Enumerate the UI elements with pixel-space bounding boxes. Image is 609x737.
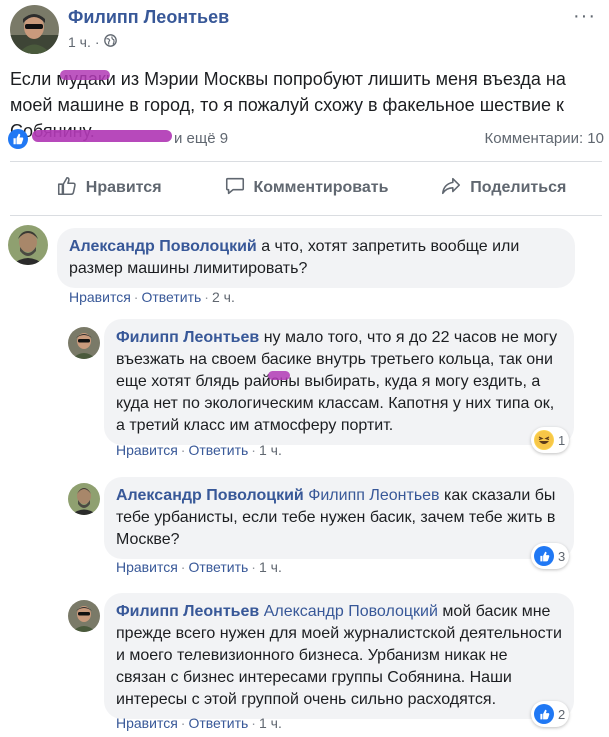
ellipsis-icon[interactable]: ··· <box>573 6 596 26</box>
dot-separator: · <box>251 559 256 575</box>
reply: Филипп Леонтьев Александр Поволоцкий мой… <box>0 593 609 737</box>
comment-actions: Нравится · Ответить · 1 ч. <box>116 442 282 458</box>
reactors-summary[interactable]: и ещё 9 <box>174 130 228 147</box>
like-button[interactable]: Нравится <box>10 166 207 210</box>
reaction-pill[interactable]: 2 <box>531 701 570 727</box>
reply: Александр Поволоцкий Филипп Леонтьев как… <box>0 477 609 577</box>
reaction-count: 1 <box>558 432 566 448</box>
share-arrow-icon <box>440 175 462 202</box>
comment-author[interactable]: Филипп Леонтьев <box>116 329 259 346</box>
comment-bubble: Александр Поволоцкий а что, хотят запрет… <box>57 228 575 288</box>
post-header: Филипп Леонтьев 1 ч. · ··· <box>10 5 600 57</box>
comment-actions: Нравится · Ответить · 2 ч. <box>69 289 235 305</box>
dot-separator: · <box>204 289 209 305</box>
post-meta: 1 ч. · <box>68 34 117 50</box>
speech-bubble-icon <box>224 175 246 202</box>
commenter-avatar[interactable] <box>8 225 48 265</box>
dot-separator: · <box>251 442 256 458</box>
post-time[interactable]: 1 ч. <box>68 34 91 50</box>
comment-time[interactable]: 1 ч. <box>259 559 282 575</box>
comment: Александр Поволоцкий а что, хотят запрет… <box>0 225 609 310</box>
divider <box>10 161 602 162</box>
like-button-label: Нравится <box>85 179 162 196</box>
comment-actions: Нравится · Ответить · 1 ч. <box>116 715 282 731</box>
comments-count[interactable]: Комментарии: 10 <box>485 130 605 147</box>
dot-separator: · <box>180 442 186 458</box>
thumbs-up-icon <box>56 175 78 202</box>
mention-tag[interactable]: Филипп Леонтьев <box>308 487 439 504</box>
comment-button-label: Комментировать <box>253 179 389 196</box>
author-avatar[interactable] <box>10 5 59 54</box>
dot-separator: · <box>94 34 100 50</box>
reaction-count: 3 <box>558 548 566 564</box>
action-bar: Нравится Комментировать Поделиться <box>10 166 602 210</box>
mention-tag[interactable]: Александр Поволоцкий <box>264 603 438 620</box>
comment-actions: Нравится · Ответить · 1 ч. <box>116 559 282 575</box>
comment-like-link[interactable]: Нравится <box>116 715 178 731</box>
comment-reply-link[interactable]: Ответить <box>141 289 201 305</box>
share-button[interactable]: Поделиться <box>405 166 602 210</box>
comment-time[interactable]: 1 ч. <box>259 442 282 458</box>
like-icon <box>534 546 554 566</box>
like-icon <box>534 704 554 724</box>
comment-like-link[interactable]: Нравится <box>69 289 131 305</box>
haha-icon <box>534 430 554 450</box>
dot-separator: · <box>133 289 139 305</box>
comment-author[interactable]: Филипп Леонтьев <box>116 603 259 620</box>
commenter-avatar[interactable] <box>68 327 100 359</box>
comment-like-link[interactable]: Нравится <box>116 442 178 458</box>
redaction-scribble <box>60 70 110 80</box>
share-button-label: Поделиться <box>470 179 567 196</box>
comment-time[interactable]: 1 ч. <box>259 715 282 731</box>
dot-separator: · <box>180 715 186 731</box>
dot-separator: · <box>180 559 186 575</box>
comment-bubble: Александр Поволоцкий Филипп Леонтьев как… <box>104 477 574 559</box>
reaction-pill[interactable]: 3 <box>531 543 570 569</box>
comment-reply-link[interactable]: Ответить <box>188 715 248 731</box>
reaction-pill[interactable]: 1 <box>531 427 570 453</box>
redaction-scribble <box>32 130 172 142</box>
reply: Филипп Леонтьев ну мало того, что я до 2… <box>0 319 609 464</box>
redaction-scribble <box>268 371 290 380</box>
comment-reply-link[interactable]: Ответить <box>188 442 248 458</box>
comment-reply-link[interactable]: Ответить <box>188 559 248 575</box>
commenter-avatar[interactable] <box>68 483 100 515</box>
reactions-bar: и ещё 9 Комментарии: 10 <box>8 128 604 150</box>
dot-separator: · <box>251 715 256 731</box>
divider <box>10 215 602 216</box>
like-icon[interactable] <box>8 129 28 149</box>
commenter-avatar[interactable] <box>68 600 100 632</box>
comment-time[interactable]: 2 ч. <box>212 289 235 305</box>
reaction-count: 2 <box>558 706 566 722</box>
comment-bubble: Филипп Леонтьев ну мало того, что я до 2… <box>104 319 574 445</box>
comment-author[interactable]: Александр Поволоцкий <box>69 238 257 255</box>
globe-icon[interactable] <box>103 34 117 50</box>
comment-bubble: Филипп Леонтьев Александр Поволоцкий мой… <box>104 593 574 719</box>
comment-like-link[interactable]: Нравится <box>116 559 178 575</box>
comment-button[interactable]: Комментировать <box>207 166 404 210</box>
post-author-name[interactable]: Филипп Леонтьев <box>68 7 229 28</box>
comment-author[interactable]: Александр Поволоцкий <box>116 487 304 504</box>
